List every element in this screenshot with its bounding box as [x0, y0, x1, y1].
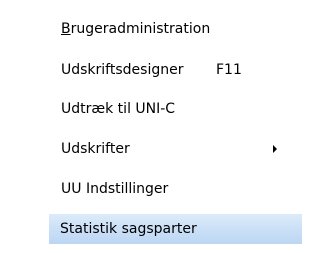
submenu-arrow-icon: [273, 145, 277, 153]
menu-item-udskriftsdesigner[interactable]: Udskriftsdesigner F11: [50, 55, 288, 85]
menu-item-label: Udskrifter: [61, 141, 130, 157]
menu-item-label: UU Indstillinger: [61, 181, 169, 197]
mnemonic-letter: B: [61, 21, 71, 37]
context-menu: Brugeradministration Udskriftsdesigner F…: [0, 0, 302, 253]
menu-item-label: Udskriftsdesigner: [61, 62, 184, 78]
menu-item-label: Statistik sagsparter: [60, 221, 197, 237]
menu-item-brugeradministration[interactable]: Brugeradministration: [50, 14, 288, 44]
menu-item-uu-indstillinger[interactable]: UU Indstillinger: [50, 174, 288, 204]
menu-item-label: Udtræk til UNI-C: [61, 101, 176, 117]
menu-item-udtraek-til-uni-c[interactable]: Udtræk til UNI-C: [50, 94, 288, 124]
menu-item-label: Brugeradministration: [61, 21, 211, 37]
menu-item-shortcut: F11: [216, 62, 242, 78]
menu-item-statistik-sagsparter[interactable]: Statistik sagsparter: [49, 214, 302, 244]
menu-item-udskrifter[interactable]: Udskrifter: [50, 134, 288, 164]
menu-icon-gutter: [0, 0, 50, 253]
